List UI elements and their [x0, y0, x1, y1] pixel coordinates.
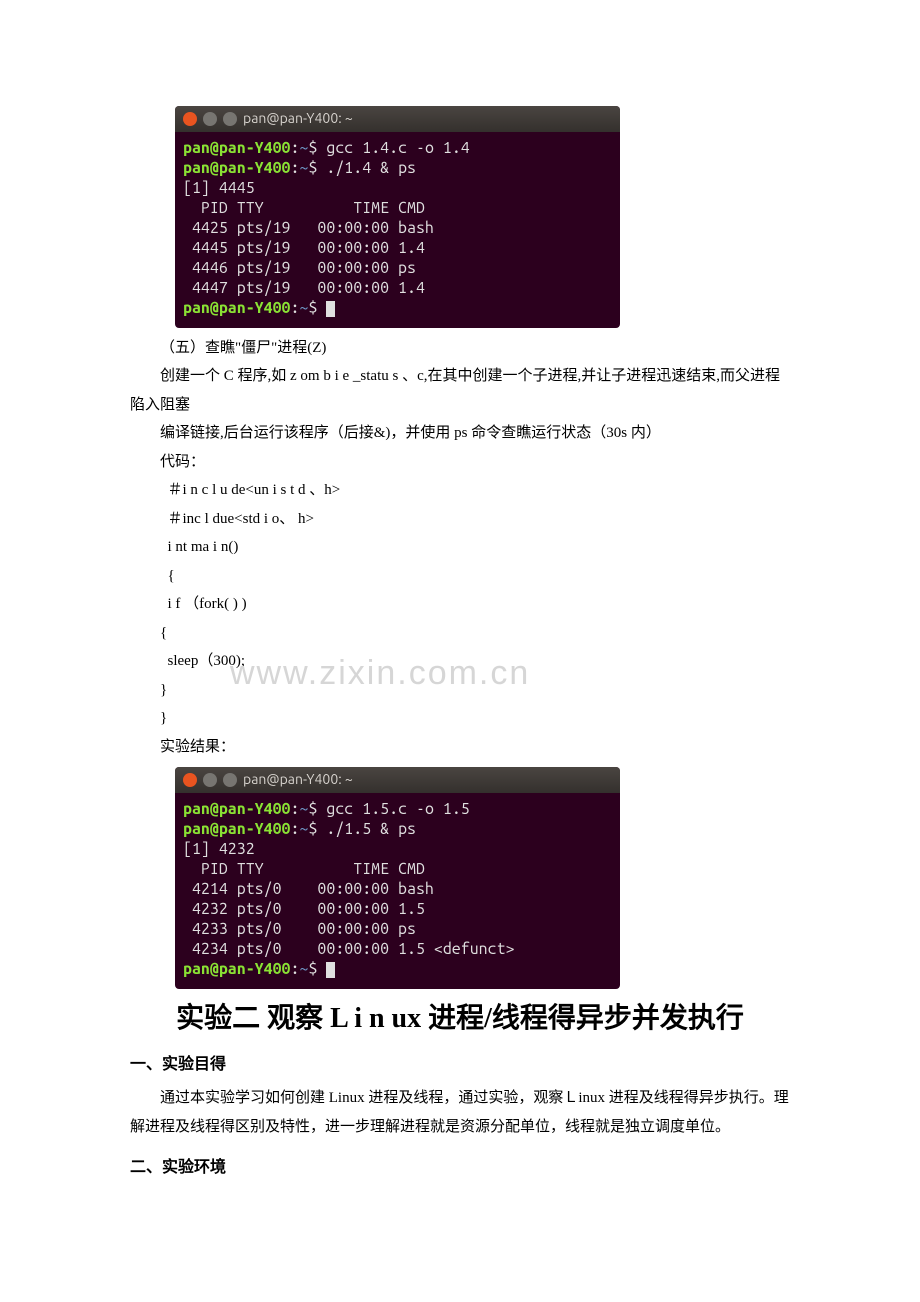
terminal-title: pan@pan-Y400: ~	[243, 771, 353, 789]
cmd-text: ./1.5 & ps	[326, 820, 416, 838]
cmd-text: gcc 1.5.c -o 1.5	[326, 800, 469, 818]
prompt-user: pan@pan-Y400	[183, 820, 291, 838]
code-line: }	[160, 704, 790, 733]
terminal-screenshot-2: pan@pan-Y400: ~ pan@pan-Y400:~$ gcc 1.5.…	[175, 767, 620, 989]
cursor-icon	[326, 962, 335, 978]
cmd-text: gcc 1.4.c -o 1.4	[326, 139, 469, 157]
terminal-screenshot-1: pan@pan-Y400: ~ pan@pan-Y400:~$ gcc 1.4.…	[175, 106, 620, 328]
terminal-title: pan@pan-Y400: ~	[243, 110, 353, 128]
maximize-icon	[223, 112, 237, 126]
minimize-icon	[203, 112, 217, 126]
job-line: [1] 4232	[183, 840, 255, 858]
prompt-user: pan@pan-Y400	[183, 299, 291, 317]
code-line: ＃inc l due<std i o、 h>	[168, 505, 791, 534]
code-line: {	[160, 619, 790, 648]
code-line: i nt ma i n()	[168, 533, 791, 562]
ps-row: 4446 pts/19 00:00:00 ps	[183, 259, 416, 277]
section-five-title: （五）查瞧"僵尸"进程(Z)	[160, 334, 790, 363]
document-page: pan@pan-Y400: ~ pan@pan-Y400:~$ gcc 1.4.…	[0, 0, 920, 1247]
ps-row: 4447 pts/19 00:00:00 1.4	[183, 279, 425, 297]
terminal-body: pan@pan-Y400:~$ gcc 1.4.c -o 1.4 pan@pan…	[175, 132, 620, 328]
code-line: ＃i n c l u de<un i s t d 、h>	[168, 476, 791, 505]
close-icon	[183, 112, 197, 126]
ps-row: 4214 pts/0 00:00:00 bash	[183, 880, 434, 898]
code-line: i f （fork( ) )	[168, 590, 791, 619]
terminal-titlebar: pan@pan-Y400: ~	[175, 106, 620, 132]
ps-row: 4234 pts/0 00:00:00 1.5 <defunct>	[183, 940, 515, 958]
ps-row: 4233 pts/0 00:00:00 ps	[183, 920, 416, 938]
ps-row: 4445 pts/19 00:00:00 1.4	[183, 239, 425, 257]
code-label: 代码：	[160, 448, 790, 477]
terminal-titlebar: pan@pan-Y400: ~	[175, 767, 620, 793]
paragraph: 创建一个 C 程序,如 z om b i e _statu s 、c,在其中创建…	[130, 362, 790, 419]
cmd-text: ./1.4 & ps	[326, 159, 416, 177]
cursor-icon	[326, 301, 335, 317]
section-heading-purpose: 一、实验目得	[130, 1050, 790, 1080]
prompt-user: pan@pan-Y400	[183, 960, 291, 978]
ps-row: 4425 pts/19 00:00:00 bash	[183, 219, 434, 237]
code-line: {	[168, 562, 791, 591]
paragraph: 编译链接,后台运行该程序（后接&)，并使用 ps 命令查瞧运行状态（30s 内）	[130, 419, 790, 448]
result-label: 实验结果：	[160, 733, 790, 762]
job-line: [1] 4445	[183, 179, 255, 197]
terminal-body: pan@pan-Y400:~$ gcc 1.5.c -o 1.5 pan@pan…	[175, 793, 620, 989]
paragraph: 通过本实验学习如何创建 Linux 进程及线程，通过实验，观察Ｌinux 进程及…	[130, 1084, 790, 1141]
section-heading-environment: 二、实验环境	[130, 1153, 790, 1183]
prompt-user: pan@pan-Y400	[183, 159, 291, 177]
ps-header: PID TTY TIME CMD	[183, 860, 425, 878]
experiment2-title: 实验二 观察 L i n ux 进程/线程得异步并发执行	[130, 999, 790, 1038]
prompt-user: pan@pan-Y400	[183, 139, 291, 157]
ps-header: PID TTY TIME CMD	[183, 199, 425, 217]
prompt-user: pan@pan-Y400	[183, 800, 291, 818]
code-line: sleep（300);	[168, 647, 791, 676]
code-line: }	[160, 676, 790, 705]
minimize-icon	[203, 773, 217, 787]
ps-row: 4232 pts/0 00:00:00 1.5	[183, 900, 425, 918]
maximize-icon	[223, 773, 237, 787]
close-icon	[183, 773, 197, 787]
